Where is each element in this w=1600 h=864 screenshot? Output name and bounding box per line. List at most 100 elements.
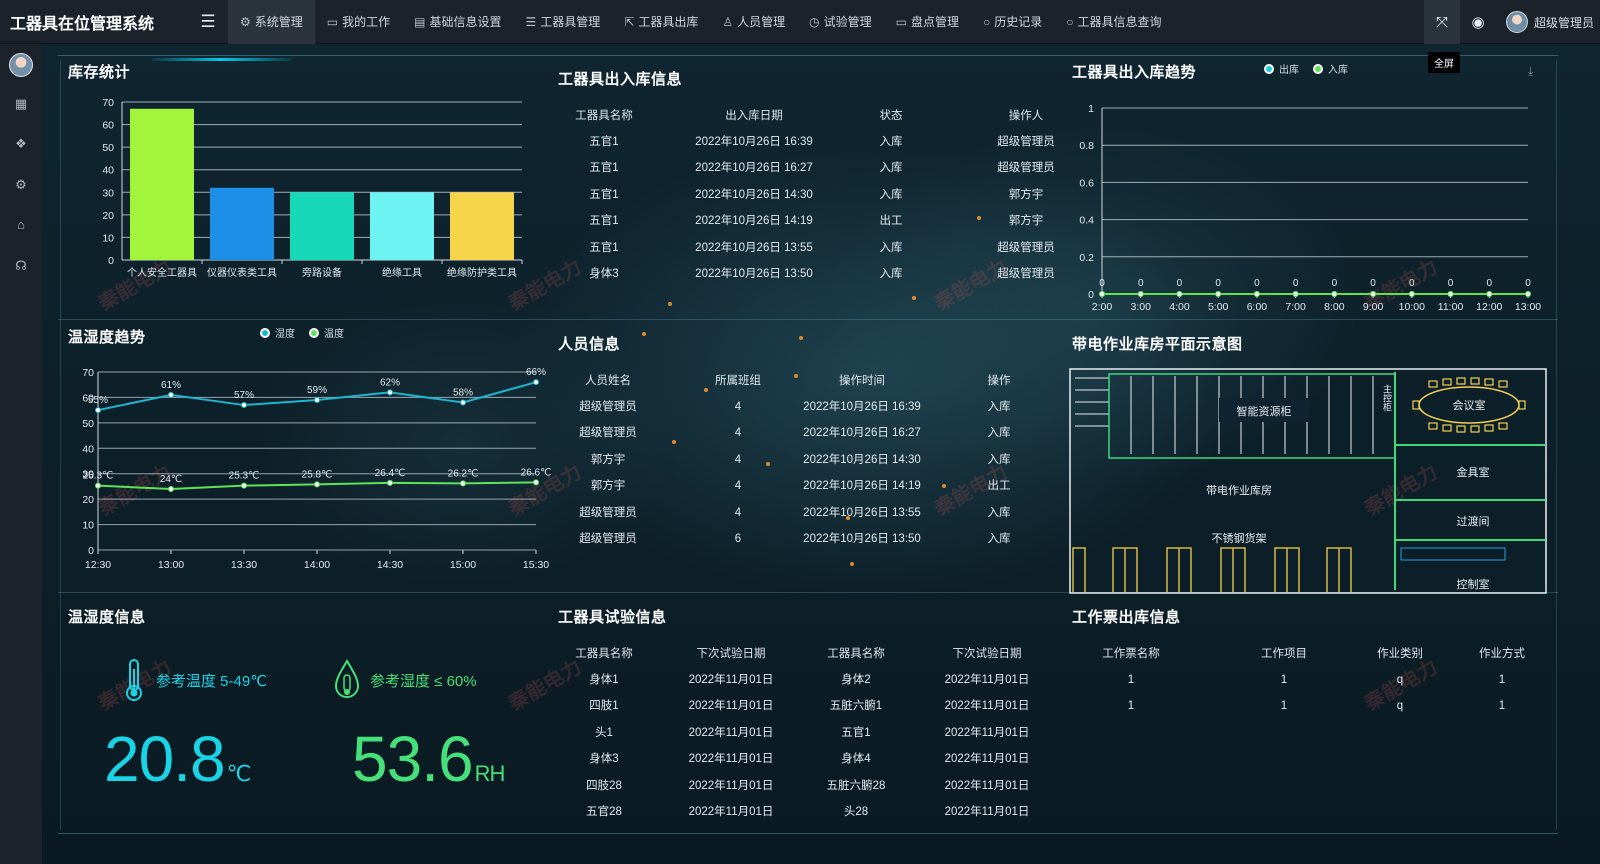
nav-item[interactable]: ◷ 试验管理 (797, 0, 884, 44)
sidebar-avatar[interactable] (9, 53, 33, 77)
nav-item[interactable]: ☰ 工器具管理 (514, 0, 613, 44)
table-row[interactable]: 五官1 2022年10月26日 14:30 入库 郭方宇 (556, 182, 1066, 208)
table-row[interactable]: 超级管理员 4 2022年10月26日 16:39 入库 (556, 394, 1066, 420)
table-row[interactable]: 超级管理员 4 2022年10月26日 13:55 入库 (556, 500, 1066, 526)
table-row[interactable]: 头1 2022年11月01日 五官1 2022年11月01日 (556, 720, 1066, 746)
hamburger-menu-icon[interactable]: ☰ (196, 12, 220, 32)
temp-trend-legend: 湿度 温度 (260, 325, 358, 340)
table-header-cell: 作业方式 (1479, 648, 1525, 660)
table-header-cell: 操作 (987, 375, 1011, 387)
table-row[interactable]: 身体3 2022年11月01日 身体4 2022年11月01日 (556, 746, 1066, 772)
table-cell: 入库 (879, 188, 903, 201)
io-info-title: 工器具出入库信息 (558, 71, 683, 88)
palette-button[interactable]: ◉ (1460, 0, 1496, 44)
x-tick-label: 14:30 (377, 559, 403, 571)
data-label: 0 (1448, 278, 1454, 289)
grid-icon[interactable]: ▦ (0, 96, 42, 112)
y-tick-label: 20 (82, 494, 94, 506)
table-header-cell: 所属班组 (715, 375, 761, 387)
data-label: 55% (88, 395, 108, 406)
table-cell: 2022年10月26日 13:50 (695, 268, 813, 280)
data-point (1370, 291, 1377, 297)
table-row[interactable]: 郭方宇 4 2022年10月26日 14:19 出工 (556, 473, 1066, 499)
nav-item[interactable]: ♙ 人员管理 (710, 0, 797, 44)
table-cell: 五官1 (589, 241, 619, 254)
table-row[interactable]: 五官1 2022年10月26日 16:27 入库 超级管理员 (556, 155, 1066, 181)
layers-icon[interactable]: ❖ (0, 136, 42, 152)
table-row[interactable]: 身体1 2022年11月01日 身体2 2022年11月01日 (556, 667, 1066, 693)
headset-icon[interactable]: ☊ (0, 258, 42, 274)
x-tick-label: 15:00 (450, 559, 476, 571)
table-cell: 超级管理员 (579, 401, 637, 413)
lock-icon[interactable]: ⌂ (0, 217, 42, 232)
table-cell: 郭方宇 (590, 480, 626, 493)
nav-item[interactable]: ▭ 盘点管理 (884, 0, 971, 44)
table-cell: 郭方宇 (1008, 188, 1044, 201)
settings-icon[interactable]: ⚙ (0, 177, 42, 193)
top-nav: ⚙ 系统管理 ▭ 我的工作 ▤ 基础信息设置 ☰ 工器具管理 ⇱ 工器具出库 ♙ 人员管理 ◷ 试验管理 ▭… (228, 0, 1174, 44)
data-point (241, 482, 247, 489)
temp-humidity-line-chart: 01020304050607012:30 13:00 13:30 14:00 14:30… (82, 367, 551, 571)
cabinet-label: 智能资源柜 (1237, 404, 1292, 418)
data-label: 0 (1215, 278, 1221, 289)
table-cell: 超级管理员 (579, 506, 637, 519)
nav-item[interactable]: ▤ 基础信息设置 (402, 0, 513, 44)
data-label: 0 (1254, 278, 1260, 289)
inventory-bar-chart: 0 10 20 30 40 50 60 70 个人安全工器具 仪器仪表类工具 旁路设备 绝缘工具 绝缘防… (102, 97, 523, 279)
table-cell: 2022年11月01日 (688, 753, 774, 766)
data-point (1486, 291, 1493, 297)
palette-icon: ◉ (1471, 14, 1485, 31)
table-cell: 入库 (987, 401, 1011, 413)
download-icon[interactable]: ⤓ (1528, 64, 1533, 79)
table-cell: 4 (734, 480, 742, 493)
table-cell: 五官1 (589, 215, 619, 228)
x-tick-label: 5:00 (1208, 301, 1229, 313)
data-point (1137, 291, 1144, 297)
table-row[interactable]: 超级管理员 4 2022年10月26日 16:27 入库 (556, 420, 1066, 446)
bar (290, 192, 354, 260)
data-point (95, 482, 101, 489)
app-title: 工器具在位管理系统 (10, 15, 155, 33)
temperature-unit: ℃ (226, 761, 252, 786)
y-tick-label: 0.2 (1079, 252, 1094, 264)
fullscreen-button[interactable]: ⤧ (1423, 0, 1460, 44)
table-row[interactable]: 四肢1 2022年11月01日 五脏六腑1 2022年11月01日 (556, 693, 1066, 719)
map-dot (642, 332, 646, 336)
table-row[interactable]: 五官28 2022年11月01日 头28 2022年11月01日 (556, 799, 1066, 825)
table-row[interactable]: 四肢28 2022年11月01日 五脏六腑28 2022年11月01日 (556, 773, 1066, 799)
y-tick-label: 1 (1088, 103, 1094, 115)
table-row[interactable]: 超级管理员 6 2022年10月26日 13:50 入库 (556, 526, 1066, 552)
table-header-cell: 操作人 (1008, 110, 1044, 122)
map-dot (799, 336, 803, 340)
data-point (1408, 291, 1415, 297)
temp-reference-text: 参考温度 5-49℃ (156, 672, 268, 690)
table-row[interactable]: 1 1 q 1 (1072, 693, 1542, 719)
data-point (1099, 291, 1105, 297)
nav-item[interactable]: ○ 工器具信息查询 (1054, 0, 1173, 44)
user-menu[interactable]: 超级管理员 (1505, 11, 1600, 33)
nav-item[interactable]: ⇱ 工器具出库 (612, 0, 710, 44)
table-header-cell: 人员姓名 (585, 375, 631, 387)
table-cell: 2022年10月26日 14:19 (803, 480, 921, 493)
nav-item[interactable]: ○ 历史记录 (971, 0, 1054, 44)
table-row[interactable]: 身体3 2022年10月26日 13:50 入库 超级管理员 (556, 261, 1066, 287)
table-row[interactable]: 五官1 2022年10月26日 14:19 出工 郭方宇 (556, 208, 1066, 234)
nav-item[interactable]: ⚙ 系统管理 (228, 0, 315, 44)
table-header-cell: 下次试验日期 (696, 648, 766, 660)
data-label: 26.2℃ (448, 468, 479, 479)
x-tick-label: 6:00 (1247, 301, 1268, 313)
table-row[interactable]: 郭方宇 4 2022年10月26日 14:30 入库 (556, 447, 1066, 473)
monitor-icon: ▭ (895, 14, 907, 29)
table-row[interactable]: 五官1 2022年10月26日 13:55 入库 超级管理员 (556, 235, 1066, 261)
table-row[interactable]: 1 1 q 1 (1072, 667, 1542, 693)
y-tick-label: 0.6 (1079, 177, 1094, 189)
document-icon: ▤ (414, 14, 426, 29)
nav-item[interactable]: ▭ 我的工作 (315, 0, 402, 44)
table-cell: 1 (1498, 700, 1506, 713)
data-label: 0 (1099, 278, 1105, 289)
table-cell: q (1396, 674, 1404, 686)
table-row[interactable]: 五官1 2022年10月26日 16:39 入库 超级管理员 (556, 129, 1066, 155)
data-point (533, 379, 539, 386)
table-cell: 2022年10月26日 13:55 (803, 506, 921, 519)
th-info-title: 温湿度信息 (68, 609, 146, 626)
